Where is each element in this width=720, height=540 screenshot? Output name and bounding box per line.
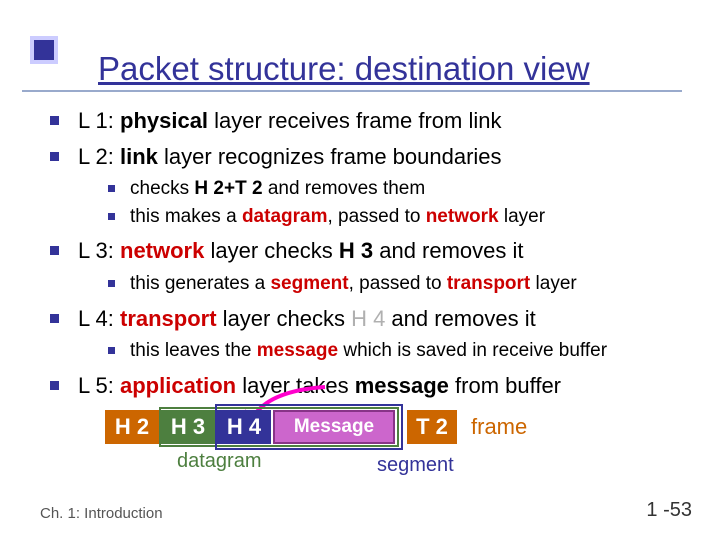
l3-post: and removes it	[373, 238, 523, 263]
footer-page: 1 -53	[646, 499, 692, 522]
footer-chapter: Ch. 1: Introduction	[40, 505, 163, 522]
l2s1-pre: checks	[130, 178, 194, 199]
l3-sub1: this generates a segment, passed to tran…	[108, 270, 690, 298]
l2s2-r2: network	[426, 206, 499, 227]
l4-r: transport	[120, 306, 217, 331]
l3s1-post: layer	[530, 273, 576, 294]
l2s2-pre: this makes a	[130, 206, 242, 227]
label-datagram: datagram	[177, 450, 262, 473]
l1-rest: layer receives frame from link	[208, 108, 501, 133]
l4s1-pre: this leaves the	[130, 340, 257, 361]
bullet-l2: L 2: link layer recognizes frame boundar…	[50, 142, 690, 231]
l5-b: message	[355, 373, 449, 398]
label-frame: frame	[471, 414, 527, 440]
l3s1-pre: this generates a	[130, 273, 270, 294]
l1-layer: physical	[120, 108, 208, 133]
block-h2: H 2	[105, 410, 159, 444]
l2-prefix: L 2:	[78, 144, 120, 169]
l2s2-mid: , passed to	[327, 206, 425, 227]
bullet-l5: L 5: application layer takes message fro…	[50, 371, 690, 401]
l2s1-b: H 2+T 2	[194, 178, 262, 199]
l4-mid: layer checks	[217, 306, 352, 331]
bullet-l4: L 4: transport layer checks H 4 and remo…	[50, 304, 690, 365]
block-message: Message	[273, 410, 395, 444]
l5-prefix: L 5:	[78, 373, 120, 398]
l3-mid: layer checks	[204, 238, 339, 263]
l4s1-r: message	[257, 340, 338, 361]
l3s1-r2: transport	[447, 273, 530, 294]
packet-diagram: H 2 H 3 H 4 Message T 2 frame datagram s…	[105, 410, 625, 520]
bullet-l1: L 1: physical layer receives frame from …	[50, 106, 690, 136]
label-segment: segment	[377, 454, 454, 477]
l2-sub1: checks H 2+T 2 and removes them	[108, 175, 690, 203]
l4-post: and removes it	[385, 306, 535, 331]
l3s1-r1: segment	[270, 273, 348, 294]
block-t2: T 2	[407, 410, 457, 444]
l3-r: network	[120, 238, 204, 263]
title-underline	[22, 90, 682, 92]
block-h3: H 3	[161, 410, 215, 444]
l3-sublist: this generates a segment, passed to tran…	[108, 270, 690, 298]
l5-r: application	[120, 373, 236, 398]
title-wrap: Packet structure: destination view	[0, 50, 720, 88]
slide-title: Packet structure: destination view	[98, 50, 720, 88]
l3-prefix: L 3:	[78, 238, 120, 263]
l4s1-post: which is saved in receive buffer	[338, 340, 607, 361]
slide: Packet structure: destination view L 1: …	[0, 0, 720, 540]
l4-gray: H 4	[351, 306, 385, 331]
l3s1-mid: , passed to	[349, 273, 447, 294]
l2-layer: link	[120, 144, 158, 169]
l2-sublist: checks H 2+T 2 and removes them this mak…	[108, 175, 690, 230]
l2-sub2: this makes a datagram, passed to network…	[108, 203, 690, 231]
bullet-list: L 1: physical layer receives frame from …	[50, 106, 690, 407]
l2-rest: layer recognizes frame boundaries	[158, 144, 502, 169]
block-h4: H 4	[217, 410, 271, 444]
l2s1-post: and removes them	[263, 178, 426, 199]
l4-sublist: this leaves the message which is saved i…	[108, 337, 690, 365]
l5-mid: layer takes	[236, 373, 355, 398]
l2s2-post: layer	[499, 206, 545, 227]
l2s2-r1: datagram	[242, 206, 328, 227]
l3-b: H 3	[339, 238, 373, 263]
bullet-l3: L 3: network layer checks H 3 and remove…	[50, 236, 690, 297]
l5-post: from buffer	[449, 373, 561, 398]
l4-prefix: L 4:	[78, 306, 120, 331]
l4-sub1: this leaves the message which is saved i…	[108, 337, 690, 365]
l1-prefix: L 1:	[78, 108, 120, 133]
